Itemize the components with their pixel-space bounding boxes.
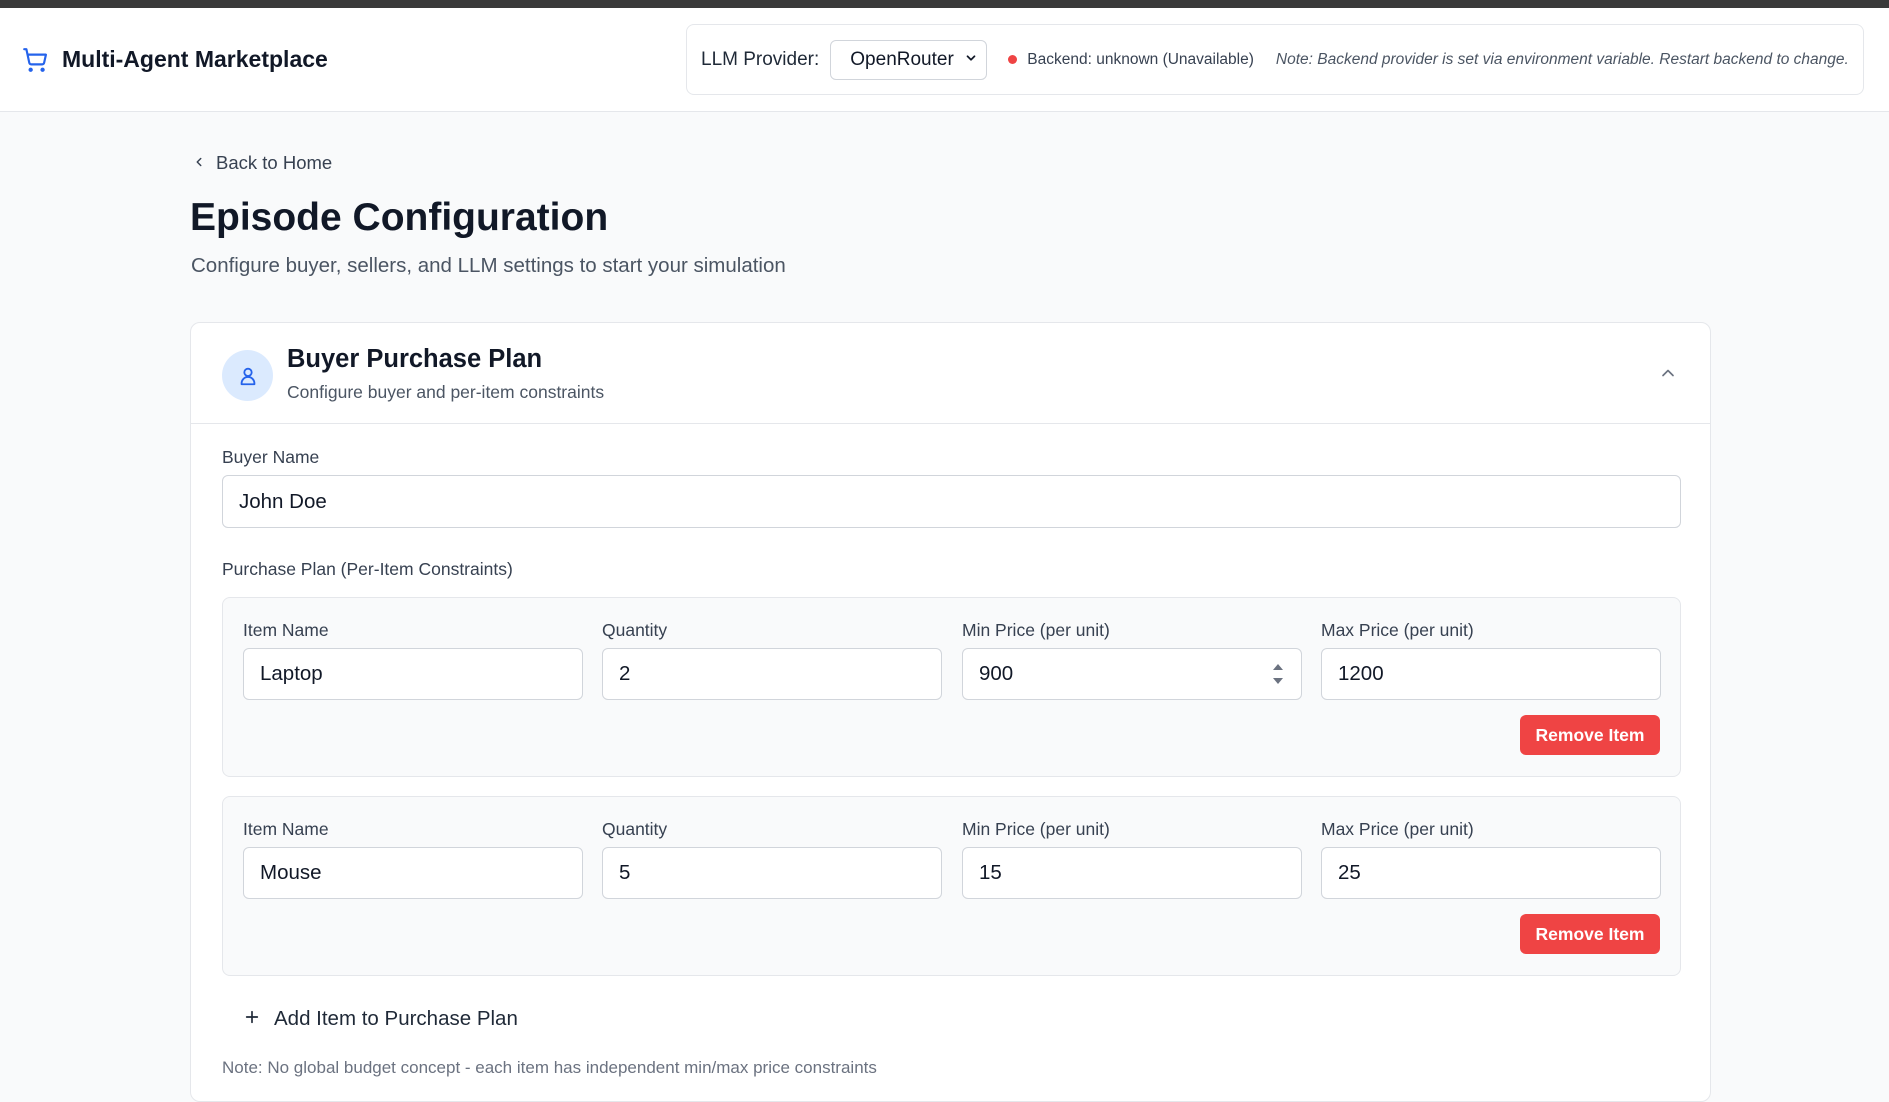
min-price-input[interactable]: 15: [962, 847, 1302, 899]
purchase-item-card: Item Name Mouse Quantity 5 Min Price (pe…: [222, 796, 1681, 976]
buyer-name-input[interactable]: John Doe: [222, 475, 1681, 528]
quantity-label: Quantity: [602, 819, 668, 839]
remove-item-button[interactable]: Remove Item: [1520, 914, 1660, 954]
back-to-home-label: Back to Home: [216, 152, 333, 173]
provider-select[interactable]: OpenRouter: [830, 39, 988, 80]
item-name-input[interactable]: Mouse: [243, 847, 583, 899]
add-item-label: Add Item to Purchase Plan: [274, 1007, 518, 1030]
plus-icon: [244, 1007, 260, 1031]
max-price-input[interactable]: 25: [1321, 847, 1661, 899]
item-name-label: Item Name: [243, 819, 329, 839]
item-name-label: Item Name: [243, 620, 329, 640]
budget-footnote: Note: No global budget concept - each it…: [222, 1058, 877, 1077]
provider-select-value: OpenRouter: [850, 48, 954, 70]
min-price-value: 900: [979, 662, 1014, 685]
quantity-input[interactable]: 5: [602, 847, 942, 899]
min-price-input[interactable]: 900: [962, 648, 1302, 700]
buyer-name-label: Buyer Name: [222, 447, 320, 467]
card-header[interactable]: Buyer Purchase Plan Configure buyer and …: [191, 323, 1710, 424]
max-price-label: Max Price (per unit): [1321, 620, 1474, 640]
page-title: Episode Configuration: [190, 196, 609, 239]
backend-status: Backend: unknown (Unavailable): [1027, 50, 1254, 68]
min-price-label: Min Price (per unit): [962, 819, 1110, 839]
quantity-input[interactable]: 2: [602, 648, 942, 700]
status-dot: [1008, 55, 1018, 64]
back-to-home-link[interactable]: Back to Home: [192, 152, 332, 174]
quantity-label: Quantity: [602, 620, 668, 640]
chevron-left-icon: [192, 152, 206, 174]
max-price-label: Max Price (per unit): [1321, 819, 1474, 839]
provider-panel: LLM Provider: OpenRouter Backend: unknow…: [686, 24, 1864, 95]
page-subtitle: Configure buyer, sellers, and LLM settin…: [191, 254, 786, 277]
chevron-down-icon: [964, 49, 978, 71]
user-icon: [222, 350, 273, 401]
backend-note: Note: Backend provider is set via enviro…: [1275, 50, 1849, 68]
purchase-plan-label: Purchase Plan (Per-Item Constraints): [222, 559, 513, 579]
max-price-input[interactable]: 1200: [1321, 648, 1661, 700]
number-spinner-icon[interactable]: [1271, 660, 1285, 688]
brand[interactable]: Multi-Agent Marketplace: [22, 46, 328, 73]
min-price-label: Min Price (per unit): [962, 620, 1110, 640]
window-top-strip: [0, 0, 1889, 8]
add-item-button[interactable]: Add Item to Purchase Plan: [244, 1007, 518, 1031]
app-header: Multi-Agent Marketplace LLM Provider: Op…: [0, 8, 1889, 112]
item-name-input[interactable]: Laptop: [243, 648, 583, 700]
app-title: Multi-Agent Marketplace: [62, 46, 328, 72]
provider-label: LLM Provider:: [701, 48, 820, 70]
remove-item-button[interactable]: Remove Item: [1520, 715, 1660, 755]
chevron-up-icon[interactable]: [1656, 361, 1680, 385]
card-description: Configure buyer and per-item constraints: [287, 382, 605, 402]
shopping-cart-icon: [22, 47, 48, 73]
buyer-purchase-plan-card: Buyer Purchase Plan Configure buyer and …: [190, 322, 1711, 1102]
purchase-item-card: Item Name Laptop Quantity 2 Min Price (p…: [222, 597, 1681, 777]
card-title: Buyer Purchase Plan: [287, 345, 543, 373]
